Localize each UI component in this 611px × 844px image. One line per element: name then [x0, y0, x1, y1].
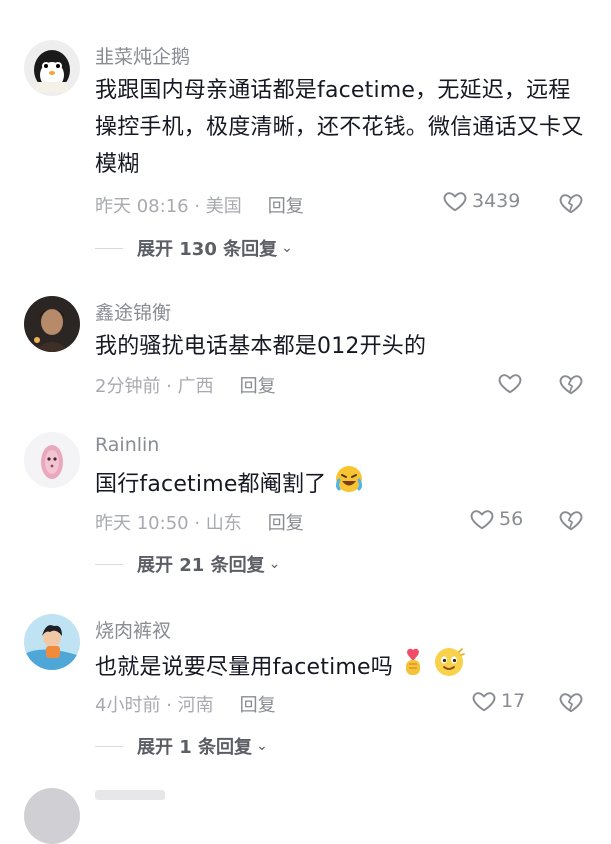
username[interactable]: 鑫途锦衡 [95, 298, 171, 325]
heart-outline-icon [497, 370, 523, 396]
username[interactable]: 烧肉裤衩 [95, 616, 171, 643]
divider [95, 563, 123, 565]
like-button[interactable]: 17 [471, 688, 525, 714]
like-button[interactable]: 56 [469, 506, 523, 532]
reply-button[interactable]: 回复 [268, 509, 304, 535]
heart-outline-icon [442, 188, 468, 214]
expand-replies-label: 展开 1 条回复 [137, 737, 253, 758]
comment-meta: 昨天 08:16 · 美国 回复 [95, 192, 304, 218]
username[interactable]: 韭菜炖企鹅 [95, 42, 190, 69]
timestamp-location: 昨天 10:50 · 山东 [95, 513, 242, 534]
heart-outline-icon [471, 688, 497, 714]
chevron-down-icon: ⌄ [281, 240, 293, 256]
crying-laughing-emoji-icon [334, 464, 364, 506]
dislike-button[interactable] [557, 689, 585, 719]
avatar[interactable] [24, 296, 80, 352]
divider [95, 745, 123, 747]
like-count: 56 [499, 508, 524, 530]
avatar[interactable] [24, 788, 80, 844]
dislike-button[interactable] [557, 190, 585, 220]
expand-replies-label: 展开 130 条回复 [137, 239, 278, 260]
broken-heart-icon [557, 511, 585, 537]
comment-text-content: 国行facetime都阉割了 [95, 472, 327, 497]
dislike-button[interactable] [557, 371, 585, 401]
comment-text-content: 也就是说要尽量用facetime吗 [95, 655, 393, 680]
broken-heart-icon [557, 375, 585, 401]
expand-replies-button[interactable]: 展开 1 条回复 ⌄ [95, 733, 268, 759]
comment-meta: 昨天 10:50 · 山东 回复 [95, 509, 304, 535]
broken-heart-icon [557, 194, 585, 220]
reply-button[interactable]: 回复 [240, 372, 276, 398]
like-count: 3439 [472, 190, 521, 212]
heart-outline-icon [469, 506, 495, 532]
expand-replies-button[interactable]: 展开 130 条回复 ⌄ [95, 235, 293, 261]
username[interactable]: Rainlin [95, 434, 159, 456]
reply-button[interactable]: 回复 [240, 691, 276, 717]
comment-text: 我跟国内母亲通话都是facetime，无延迟，远程操控手机，极度清晰，还不花钱。… [95, 78, 584, 177]
dislike-button[interactable] [557, 507, 585, 537]
like-button[interactable] [497, 370, 523, 396]
broken-heart-icon [557, 693, 585, 719]
timestamp-location: 4小时前 · 河南 [95, 695, 214, 716]
finger-heart-emoji-icon [400, 647, 426, 689]
timestamp-location: 2分钟前 · 广西 [95, 376, 214, 397]
comment-meta: 4小时前 · 河南 回复 [95, 691, 276, 717]
avatar[interactable] [24, 614, 80, 670]
comment-text: 国行facetime都阉割了 [95, 464, 585, 506]
like-button[interactable]: 3439 [442, 188, 520, 214]
timestamp-location: 昨天 08:16 · 美国 [95, 196, 242, 217]
avatar[interactable] [24, 432, 80, 488]
username-placeholder [95, 790, 165, 800]
comment-text: 也就是说要尽量用facetime吗 [95, 646, 585, 690]
like-count: 17 [501, 690, 526, 712]
comment-meta: 2分钟前 · 广西 回复 [95, 372, 276, 398]
avatar[interactable] [24, 40, 80, 96]
reply-button[interactable]: 回复 [268, 192, 304, 218]
chevron-down-icon: ⌄ [268, 556, 281, 572]
expand-replies-button[interactable]: 展开 21 条回复 ⌄ [95, 551, 280, 577]
comment-text: 我的骚扰电话基本都是012开头的 [95, 334, 427, 359]
chevron-down-icon: ⌄ [256, 738, 268, 754]
expand-replies-label: 展开 21 条回复 [137, 555, 265, 576]
divider [95, 247, 123, 249]
smiling-emoji-icon [433, 646, 466, 690]
